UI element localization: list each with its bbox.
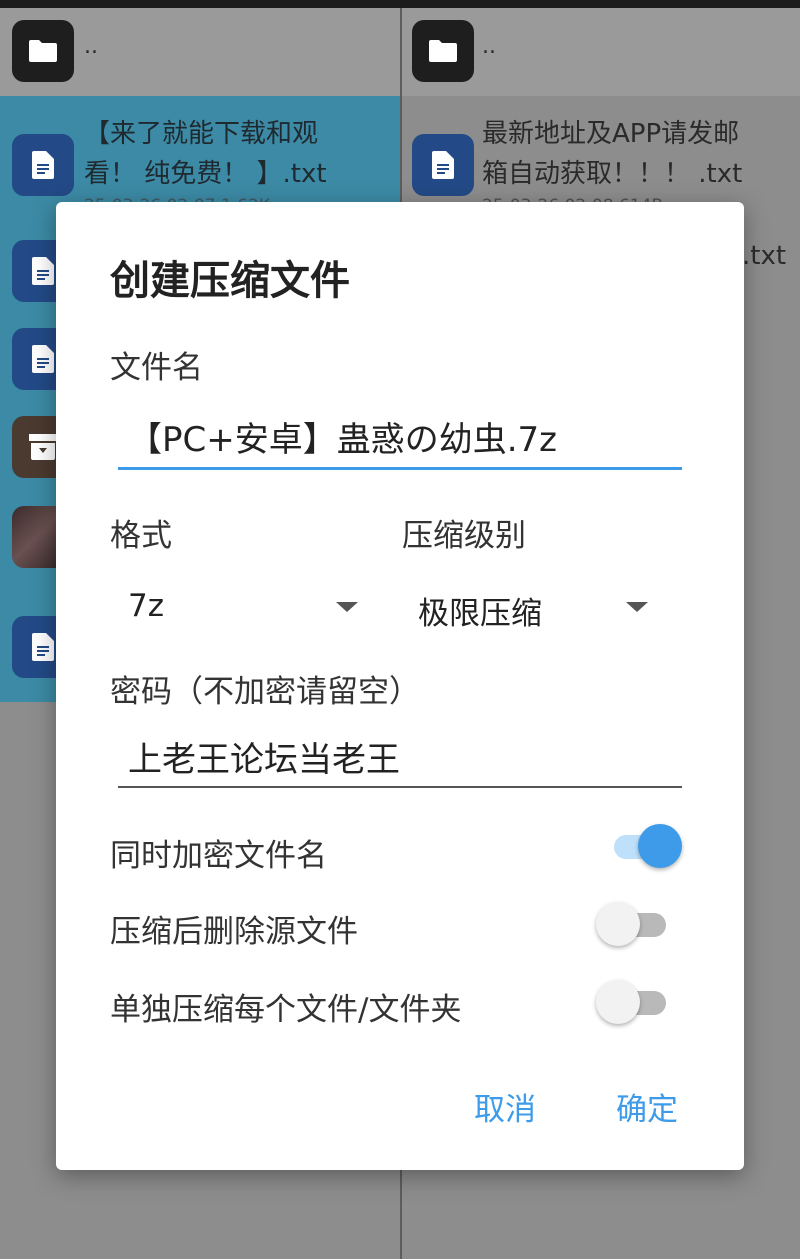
delete-source-label: 压缩后删除源文件: [110, 914, 358, 950]
compress-each-separately-toggle[interactable]: [596, 980, 688, 1024]
encrypt-filenames-toggle[interactable]: [596, 824, 688, 868]
file-item[interactable]: 【来了就能下载和观 看！ 纯免费！ 】.txt 25-03-26 02:07 1…: [0, 96, 400, 216]
file-name-line1: 【来了就能下载和观: [84, 119, 319, 149]
create-archive-dialog: 创建压缩文件 文件名 【PC+安卓】蛊惑の幼虫.7z 格式 压缩级别 7z 极限…: [56, 202, 744, 1170]
folder-icon: [12, 20, 74, 82]
file-name-line2: 箱自动获取！！！ .txt: [482, 159, 743, 189]
filename-input[interactable]: 【PC+安卓】蛊惑の幼虫.7z: [118, 412, 682, 470]
filename-label: 文件名: [110, 350, 203, 386]
parent-directory-label: ..: [482, 34, 496, 59]
file-name[interactable]: .txt: [742, 236, 786, 276]
compression-level-value: 极限压缩: [418, 596, 542, 632]
dialog-title: 创建压缩文件: [110, 258, 350, 304]
file-name-line1: 最新地址及APP请发邮: [482, 119, 740, 149]
cancel-button[interactable]: 取消: [474, 1084, 536, 1129]
document-icon: [12, 134, 74, 196]
toggle-knob: [638, 824, 682, 868]
file-item[interactable]: 最新地址及APP请发邮 箱自动获取！！！ .txt 25-03-26 02:08…: [402, 96, 800, 216]
compress-each-separately-label: 单独压缩每个文件/文件夹: [110, 992, 462, 1028]
status-bar: [0, 0, 800, 8]
document-icon: [412, 134, 474, 196]
parent-directory-row[interactable]: ..: [0, 8, 400, 96]
delete-source-toggle[interactable]: [596, 902, 688, 946]
folder-icon: [412, 20, 474, 82]
parent-directory-row[interactable]: ..: [402, 8, 800, 96]
format-select-value: 7z: [128, 588, 164, 624]
password-input[interactable]: 上老王论坛当老王: [118, 732, 682, 788]
encrypt-filenames-label: 同时加密文件名: [110, 838, 327, 874]
toggle-knob: [596, 980, 640, 1024]
dropdown-arrow-icon: [336, 602, 358, 612]
format-label: 格式: [110, 518, 172, 554]
parent-directory-label: ..: [84, 34, 98, 59]
ok-button[interactable]: 确定: [616, 1084, 678, 1129]
dropdown-arrow-icon: [626, 602, 648, 612]
file-name-line2: 看！ 纯免费！ 】.txt: [84, 159, 327, 189]
password-label: 密码（不加密请留空）: [110, 674, 420, 710]
compression-level-label: 压缩级别: [402, 518, 526, 554]
toggle-knob: [596, 902, 640, 946]
